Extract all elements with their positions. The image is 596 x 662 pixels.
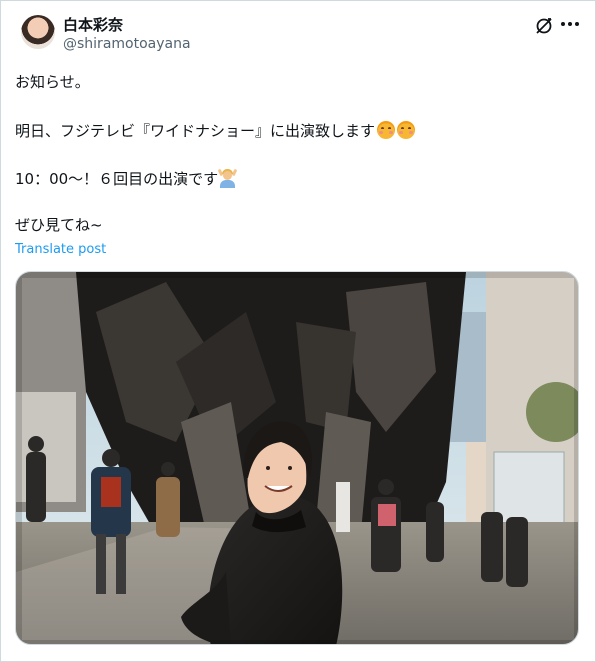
post-text-line: ぜひ見てね~ [15,216,103,234]
post-text-line: 10：00〜！６回目の出演です [15,168,238,189]
post-text-line: お知らせ。 [15,73,90,91]
translate-post-link[interactable]: Translate post [15,242,106,257]
display-name[interactable]: 白本彩奈 [63,14,123,35]
smiling-face-icon [377,121,396,139]
smiling-face-icon [397,121,416,139]
person-raising-hand-icon [217,168,238,188]
post-text: 10：00〜！６回目の出演です [15,170,219,188]
avatar[interactable] [21,15,55,49]
post-photo[interactable] [15,271,579,645]
user-handle[interactable]: @shiramotoayana [63,36,191,52]
post-text-line: 明日、フジテレビ『ワイドナショー』に出演致します [15,120,416,141]
more-icon[interactable] [561,22,579,28]
post-text: 明日、フジテレビ『ワイドナショー』に出演致します [15,122,376,140]
grok-icon[interactable] [534,16,554,36]
